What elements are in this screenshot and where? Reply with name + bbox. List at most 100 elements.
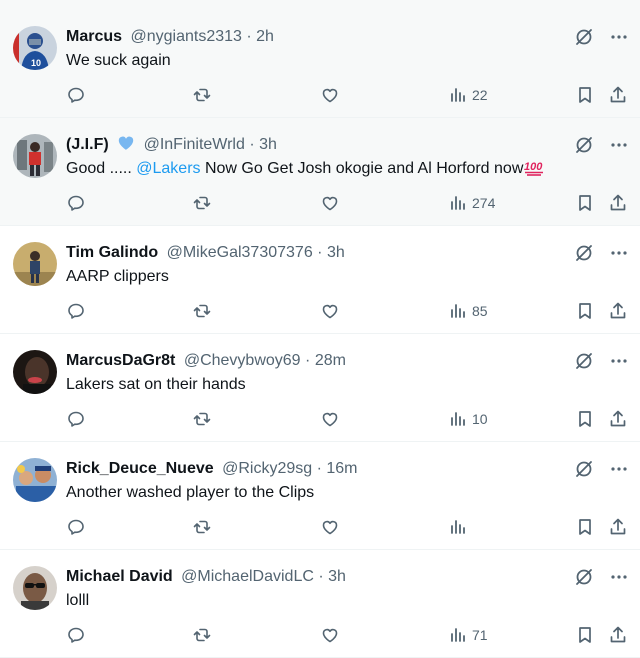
avatar[interactable] (13, 350, 57, 394)
repost-icon[interactable] (192, 408, 212, 430)
views-icon[interactable]: 274 (448, 192, 495, 214)
grok-icon[interactable] (574, 567, 594, 587)
repost-icon[interactable] (192, 84, 212, 106)
user-name[interactable]: Marcus (66, 28, 122, 45)
share-icon[interactable] (608, 84, 628, 106)
user-name[interactable]: Tim Galindo (66, 244, 158, 261)
timestamp[interactable]: 3h (259, 136, 277, 153)
bookmark-icon[interactable] (575, 408, 595, 430)
tweet-top-icons (574, 566, 628, 588)
tweet-text: Another washed player to the Clips (66, 484, 315, 501)
avatar[interactable] (13, 566, 57, 610)
tweet[interactable]: Michael David @MichaelDavidLC · 3h lolll (0, 550, 640, 658)
bookmark-icon[interactable] (575, 624, 595, 646)
bookmark-icon[interactable] (575, 300, 595, 322)
bookmark-icon[interactable] (575, 516, 595, 538)
more-options-icon[interactable] (610, 28, 628, 46)
tweet-actions (0, 516, 640, 538)
user-name[interactable]: Rick_Deuce_Nueve (66, 460, 214, 477)
reply-icon[interactable] (66, 192, 86, 214)
tweet[interactable]: Rick_Deuce_Nueve @Ricky29sg · 16m Anothe… (0, 442, 640, 550)
repost-icon[interactable] (192, 300, 212, 322)
like-heart-icon[interactable] (320, 624, 340, 646)
grok-icon[interactable] (574, 243, 594, 263)
group-photo-avatar (13, 458, 57, 502)
views-count: 10 (472, 411, 488, 427)
tweet-header: Rick_Deuce_Nueve @Ricky29sg · 16m (66, 458, 358, 480)
more-options-icon[interactable] (610, 460, 628, 478)
timestamp[interactable]: 16m (326, 460, 357, 477)
like-heart-icon[interactable] (320, 192, 340, 214)
tweet-top-icons (574, 350, 628, 372)
tweet-text: lolll (66, 592, 90, 609)
reply-icon[interactable] (66, 624, 86, 646)
user-handle[interactable]: @MichaelDavidLC (181, 568, 314, 585)
user-name[interactable]: (J.I.F) (66, 136, 109, 153)
person-red-shirt-avatar (13, 134, 57, 178)
more-options-icon[interactable] (610, 136, 628, 154)
mention-link[interactable]: @Lakers (136, 160, 200, 177)
tweet-actions: 10 (0, 408, 640, 430)
avatar[interactable] (13, 242, 57, 286)
more-options-icon[interactable] (610, 352, 628, 370)
avatar[interactable] (13, 458, 57, 502)
like-heart-icon[interactable] (320, 516, 340, 538)
grok-icon[interactable] (574, 135, 594, 155)
tweet-top-icons (574, 26, 628, 48)
share-icon[interactable] (608, 516, 628, 538)
views-icon[interactable]: 85 (448, 300, 488, 322)
separator-dot: · (305, 352, 311, 369)
like-heart-icon[interactable] (320, 300, 340, 322)
timestamp[interactable]: 2h (256, 28, 274, 45)
repost-icon[interactable] (192, 624, 212, 646)
like-heart-icon[interactable] (320, 84, 340, 106)
tweet[interactable]: (J.I.F) @InFiniteWrld · 3h Good ..... @L… (0, 118, 640, 226)
views-icon[interactable]: 22 (448, 84, 488, 106)
user-handle[interactable]: @Ricky29sg (222, 460, 312, 477)
reply-icon[interactable] (66, 408, 86, 430)
reply-icon[interactable] (66, 84, 86, 106)
share-icon[interactable] (608, 624, 628, 646)
user-handle[interactable]: @InFiniteWrld (144, 136, 245, 153)
views-icon[interactable] (448, 516, 472, 538)
like-heart-icon[interactable] (320, 408, 340, 430)
bookmark-icon[interactable] (575, 192, 595, 214)
separator-dot: · (246, 28, 252, 45)
football-player-avatar: 10 (13, 26, 57, 70)
share-icon[interactable] (608, 300, 628, 322)
more-options-icon[interactable] (610, 568, 628, 586)
timestamp[interactable]: 3h (327, 244, 345, 261)
feed-top-strip (0, 0, 640, 10)
user-handle[interactable]: @MikeGal37307376 (167, 244, 313, 261)
tweet[interactable]: MarcusDaGr8t @Chevybwoy69 · 28m Lakers s… (0, 334, 640, 442)
grok-icon[interactable] (574, 351, 594, 371)
tweet-header: Michael David @MichaelDavidLC · 3h (66, 566, 346, 588)
tweet[interactable]: Tim Galindo @MikeGal37307376 · 3h AARP c… (0, 226, 640, 334)
share-icon[interactable] (608, 408, 628, 430)
tweet-text: We suck again (66, 52, 171, 69)
timestamp[interactable]: 3h (328, 568, 346, 585)
repost-icon[interactable] (192, 516, 212, 538)
share-icon[interactable] (608, 192, 628, 214)
user-name[interactable]: MarcusDaGr8t (66, 352, 175, 369)
user-handle[interactable]: @Chevybwoy69 (184, 352, 301, 369)
timestamp[interactable]: 28m (315, 352, 346, 369)
svg-text:100: 100 (524, 161, 543, 173)
user-handle[interactable]: @nygiants2313 (130, 28, 241, 45)
reply-icon[interactable] (66, 516, 86, 538)
avatar[interactable] (13, 134, 57, 178)
repost-icon[interactable] (192, 192, 212, 214)
grok-icon[interactable] (574, 27, 594, 47)
grok-icon[interactable] (574, 459, 594, 479)
views-icon[interactable]: 71 (448, 624, 488, 646)
more-options-icon[interactable] (610, 244, 628, 262)
user-name[interactable]: Michael David (66, 568, 173, 585)
reply-icon[interactable] (66, 300, 86, 322)
tweet-text: AARP clippers (66, 268, 169, 285)
avatar[interactable]: 10 (13, 26, 57, 70)
bookmark-icon[interactable] (575, 84, 595, 106)
tweet-text: Good ..... @Lakers Now Go Get Josh okogi… (66, 158, 545, 180)
views-icon[interactable]: 10 (448, 408, 488, 430)
tweet[interactable]: 10 Marcus @nygiants2313 · 2h We suck aga… (0, 10, 640, 118)
tweet-top-icons (574, 458, 628, 480)
